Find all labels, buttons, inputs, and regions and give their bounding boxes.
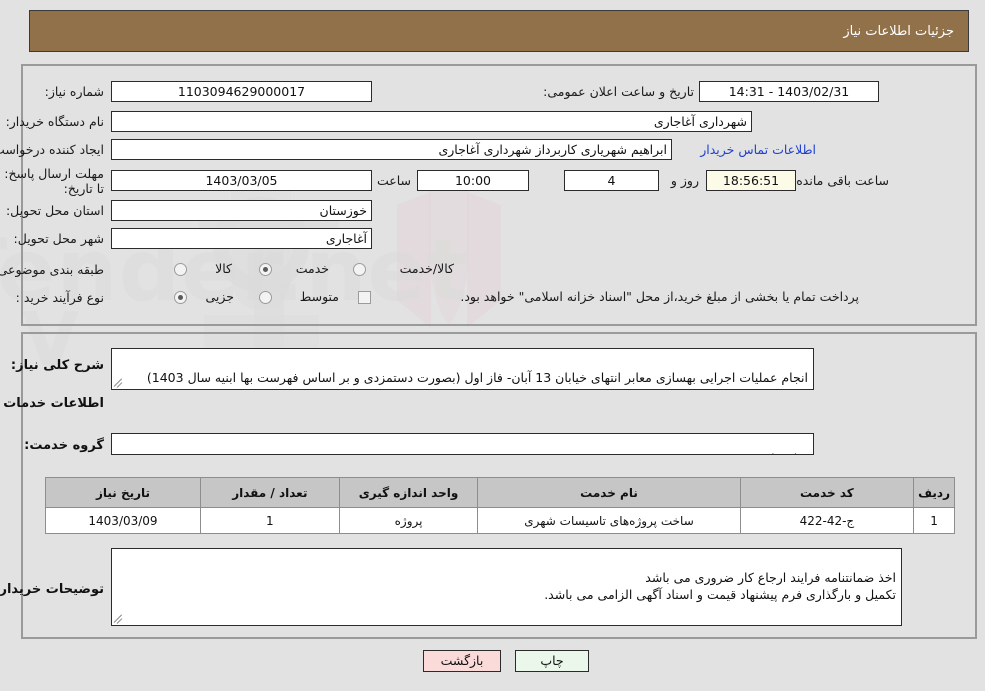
cell-need-date: 1403/03/09 [46,507,202,534]
table-header-date: تاریخ نیاز [46,477,202,508]
category-option-label-1: خدمت [296,261,330,276]
announce-datetime-value: 1403/02/31 - 14:31 [700,81,880,102]
table-header-code: کد خدمت [740,477,916,508]
table-header-unit: واحد اندازه گیری [339,477,480,508]
buyer-notes-value: اخذ ضمانتنامه فرایند ارجاع کار ضروری می … [545,570,897,602]
hour-label: ساعت [377,173,412,188]
city-label: شهر محل تحویل: [14,231,105,246]
buyer-org-value: شهرداری آغاجاری [112,111,753,132]
deadline-label: مهلت ارسال پاسخ: تا تاریخ: [5,166,105,196]
page-root: AnaTender.net V جزئیات اطلاعات نیاز شمار… [0,0,985,691]
buyer-contact-link[interactable]: اطلاعات تماس خریدار [701,142,817,157]
deadline-date-value: 1403/03/05 [112,170,373,191]
need-number-label: شماره نیاز: [45,84,105,99]
process-radio-jozee[interactable] [175,291,188,304]
table-row: 1 ج-42-422 ساخت پروژه‌های تاسیسات شهری پ… [46,507,956,534]
back-button[interactable]: بازگشت [424,650,502,672]
announce-datetime-label: تاریخ و ساعت اعلان عمومی: [544,84,695,99]
buyer-notes-textarea[interactable]: اخذ ضمانتنامه فرایند ارجاع کار ضروری می … [112,548,903,626]
page-title: جزئیات اطلاعات نیاز [844,23,955,39]
service-group-value: ساختمان [763,451,809,454]
requester-value: ابراهیم شهریاری کاربرداز شهرداری آغاجاری [112,139,673,160]
cell-quantity: 1 [200,507,341,534]
cell-name: ساخت پروژه‌های تاسیسات شهری [478,507,742,534]
category-option-label-0: کالا [216,261,233,276]
remaining-label: ساعت باقی مانده [797,173,890,188]
buyer-org-label: نام دستگاه خریدار: [6,114,105,129]
top-info-panel [22,64,978,326]
cell-unit: پروژه [339,507,480,534]
table-header-radif: ردیف [914,477,956,508]
requester-label: ایجاد کننده درخواست: [0,142,105,157]
process-option-label-1: متوسط [300,289,340,304]
service-group-label: گروه خدمت: [25,438,105,453]
services-table: ردیف کد خدمت نام خدمت واحد اندازه گیری ت… [46,477,956,534]
category-label: طبقه بندی موضوعی: [0,262,105,277]
page-header: جزئیات اطلاعات نیاز [30,10,970,52]
treasury-bond-text: پرداخت تمام یا بخشی از مبلغ خرید،از محل … [461,289,860,304]
print-button[interactable]: چاپ [516,650,590,672]
category-radio-kala[interactable] [175,263,188,276]
services-section-title: اطلاعات خدمات مورد نیاز [0,396,105,411]
need-number-value: 1103094629000017 [112,81,373,102]
days-label: روز و [671,173,700,188]
province-label: استان محل تحویل: [6,203,105,218]
table-header-qty: تعداد / مقدار [200,477,341,508]
table-header-name: نام خدمت [478,477,742,508]
category-option-label-2: کالا/خدمت [400,261,455,276]
countdown-timer: 18:56:51 [707,170,797,191]
province-value: خوزستان [112,200,373,221]
description-value: انجام عملیات اجرایی بهسازی معابر انتهای … [147,370,809,385]
category-radio-khedmat[interactable] [260,263,273,276]
service-group-field[interactable]: ساختمان [112,433,815,455]
treasury-bond-checkbox[interactable] [359,291,372,304]
resize-grip-icon[interactable] [115,378,125,388]
process-option-label-0: جزیی [206,289,235,304]
category-radio-kala-khedmat[interactable] [354,263,367,276]
cell-code: ج-42-422 [740,507,916,534]
process-type-label: نوع فرآیند خرید : [16,290,105,305]
resize-grip-icon[interactable] [115,614,125,624]
city-value: آغاجاری [112,228,373,249]
days-remaining-value: 4 [565,170,660,191]
cell-radif: 1 [914,507,956,534]
process-radio-motavasset[interactable] [260,291,273,304]
description-textarea[interactable]: انجام عملیات اجرایی بهسازی معابر انتهای … [112,348,815,390]
buyer-notes-label: توضیحات خریدار: [0,582,105,597]
description-label: شرح کلی نیاز: [11,358,105,373]
table-header-row: ردیف کد خدمت نام خدمت واحد اندازه گیری ت… [46,477,956,508]
deadline-time-value: 10:00 [418,170,530,191]
